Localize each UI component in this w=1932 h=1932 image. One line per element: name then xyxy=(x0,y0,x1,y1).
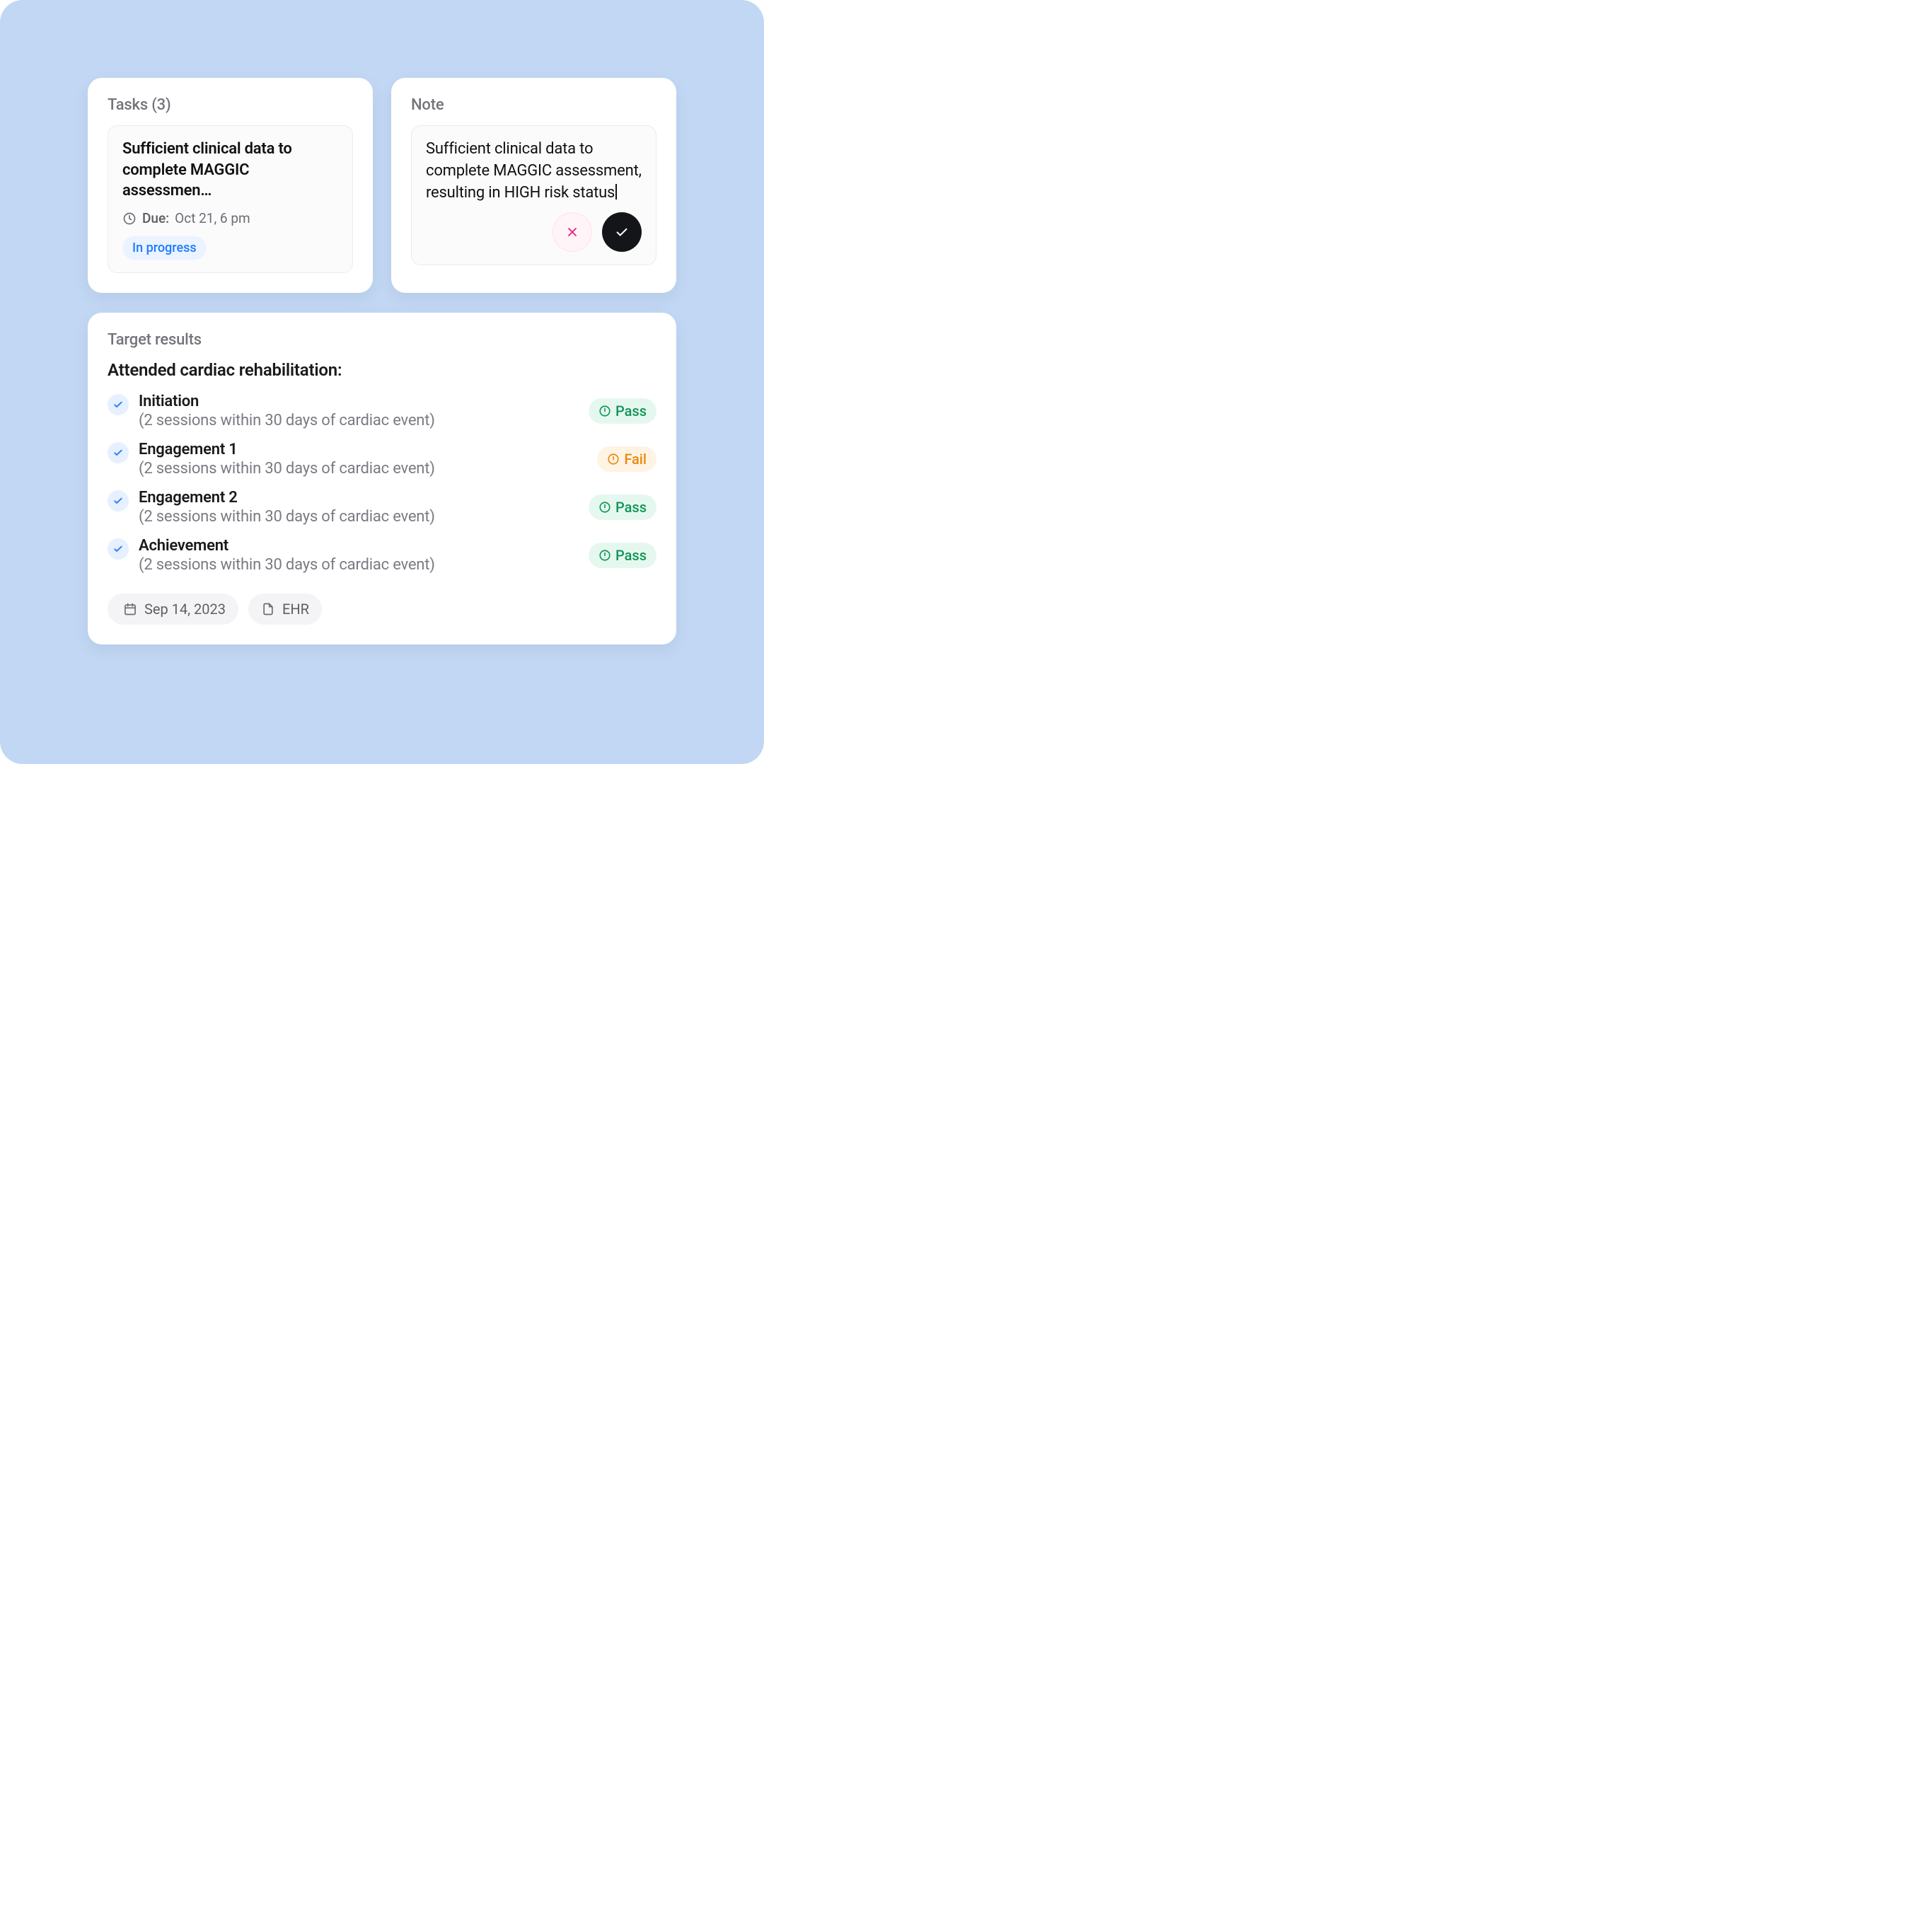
note-card: Note Sufficient clinical data to complet… xyxy=(391,78,676,293)
result-main: Initiation (2 sessions within 30 days of … xyxy=(139,393,579,429)
close-icon xyxy=(565,225,579,239)
task-due-label: Due: xyxy=(142,210,169,226)
task-due-row: Due: Oct 21, 6 pm xyxy=(122,210,338,226)
result-desc: (2 sessions within 30 days of cardiac ev… xyxy=(139,460,587,478)
task-item-title: Sufficient clinical data to complete MAG… xyxy=(122,139,338,202)
status-label: Fail xyxy=(624,451,647,468)
result-name: Initiation xyxy=(139,393,579,410)
check-icon xyxy=(614,224,630,240)
status-label: Pass xyxy=(615,547,647,564)
tasks-title: Tasks (3) xyxy=(108,96,353,114)
result-name: Achievement xyxy=(139,537,579,555)
checkmark-icon xyxy=(108,538,129,560)
status-label: Pass xyxy=(615,403,647,420)
status-pass-badge: Pass xyxy=(589,494,656,520)
note-title: Note xyxy=(411,96,656,114)
calendar-icon xyxy=(123,602,137,616)
alert-circle-icon xyxy=(598,405,611,417)
checkmark-icon xyxy=(108,442,129,463)
target-results-card: Target results Attended cardiac rehabili… xyxy=(88,313,676,644)
alert-circle-icon xyxy=(598,501,611,514)
source-chip-label: EHR xyxy=(282,601,309,618)
status-label: Pass xyxy=(615,499,647,516)
date-chip-label: Sep 14, 2023 xyxy=(144,601,226,618)
note-text[interactable]: Sufficient clinical data to complete MAG… xyxy=(426,139,642,207)
cancel-button[interactable] xyxy=(553,212,592,252)
status-fail-badge: Fail xyxy=(597,446,656,472)
alert-circle-icon xyxy=(598,549,611,562)
file-icon xyxy=(261,602,275,616)
result-main: Engagement 2(2 sessions within 30 days o… xyxy=(139,489,579,526)
result-desc: (2 sessions within 30 days of cardiac ev… xyxy=(139,508,579,526)
checkmark-icon xyxy=(108,490,129,511)
target-results-heading: Attended cardiac rehabilitation: xyxy=(108,360,656,380)
task-due-value: Oct 21, 6 pm xyxy=(175,210,250,226)
task-item[interactable]: Sufficient clinical data to complete MAG… xyxy=(108,125,353,273)
status-pass-badge: Pass xyxy=(589,398,656,424)
confirm-button[interactable] xyxy=(602,212,642,252)
date-chip: Sep 14, 2023 xyxy=(108,594,238,625)
result-row: Engagement 1 (2 sessions within 30 days o… xyxy=(108,441,656,478)
result-row: Engagement 2(2 sessions within 30 days o… xyxy=(108,489,656,526)
result-desc: (2 sessions within 30 days of cardiac ev… xyxy=(139,412,579,429)
task-status-badge: In progress xyxy=(122,236,207,260)
result-row: Achievement(2 sessions within 30 days of… xyxy=(108,537,656,574)
alert-circle-icon xyxy=(607,453,620,465)
result-desc: (2 sessions within 30 days of cardiac ev… xyxy=(139,556,579,574)
target-results-title: Target results xyxy=(108,331,656,349)
tasks-card: Tasks (3) Sufficient clinical data to co… xyxy=(88,78,373,293)
result-name: Engagement 1 xyxy=(139,441,587,458)
result-name: Engagement 2 xyxy=(139,489,579,507)
clock-icon xyxy=(122,212,137,226)
status-pass-badge: Pass xyxy=(589,543,656,568)
note-editor[interactable]: Sufficient clinical data to complete MAG… xyxy=(411,125,656,265)
text-cursor xyxy=(615,184,617,199)
result-row: Initiation (2 sessions within 30 days of … xyxy=(108,393,656,429)
source-chip: EHR xyxy=(248,594,322,625)
checkmark-icon xyxy=(108,394,129,415)
result-main: Engagement 1 (2 sessions within 30 days o… xyxy=(139,441,587,478)
result-main: Achievement(2 sessions within 30 days of… xyxy=(139,537,579,574)
